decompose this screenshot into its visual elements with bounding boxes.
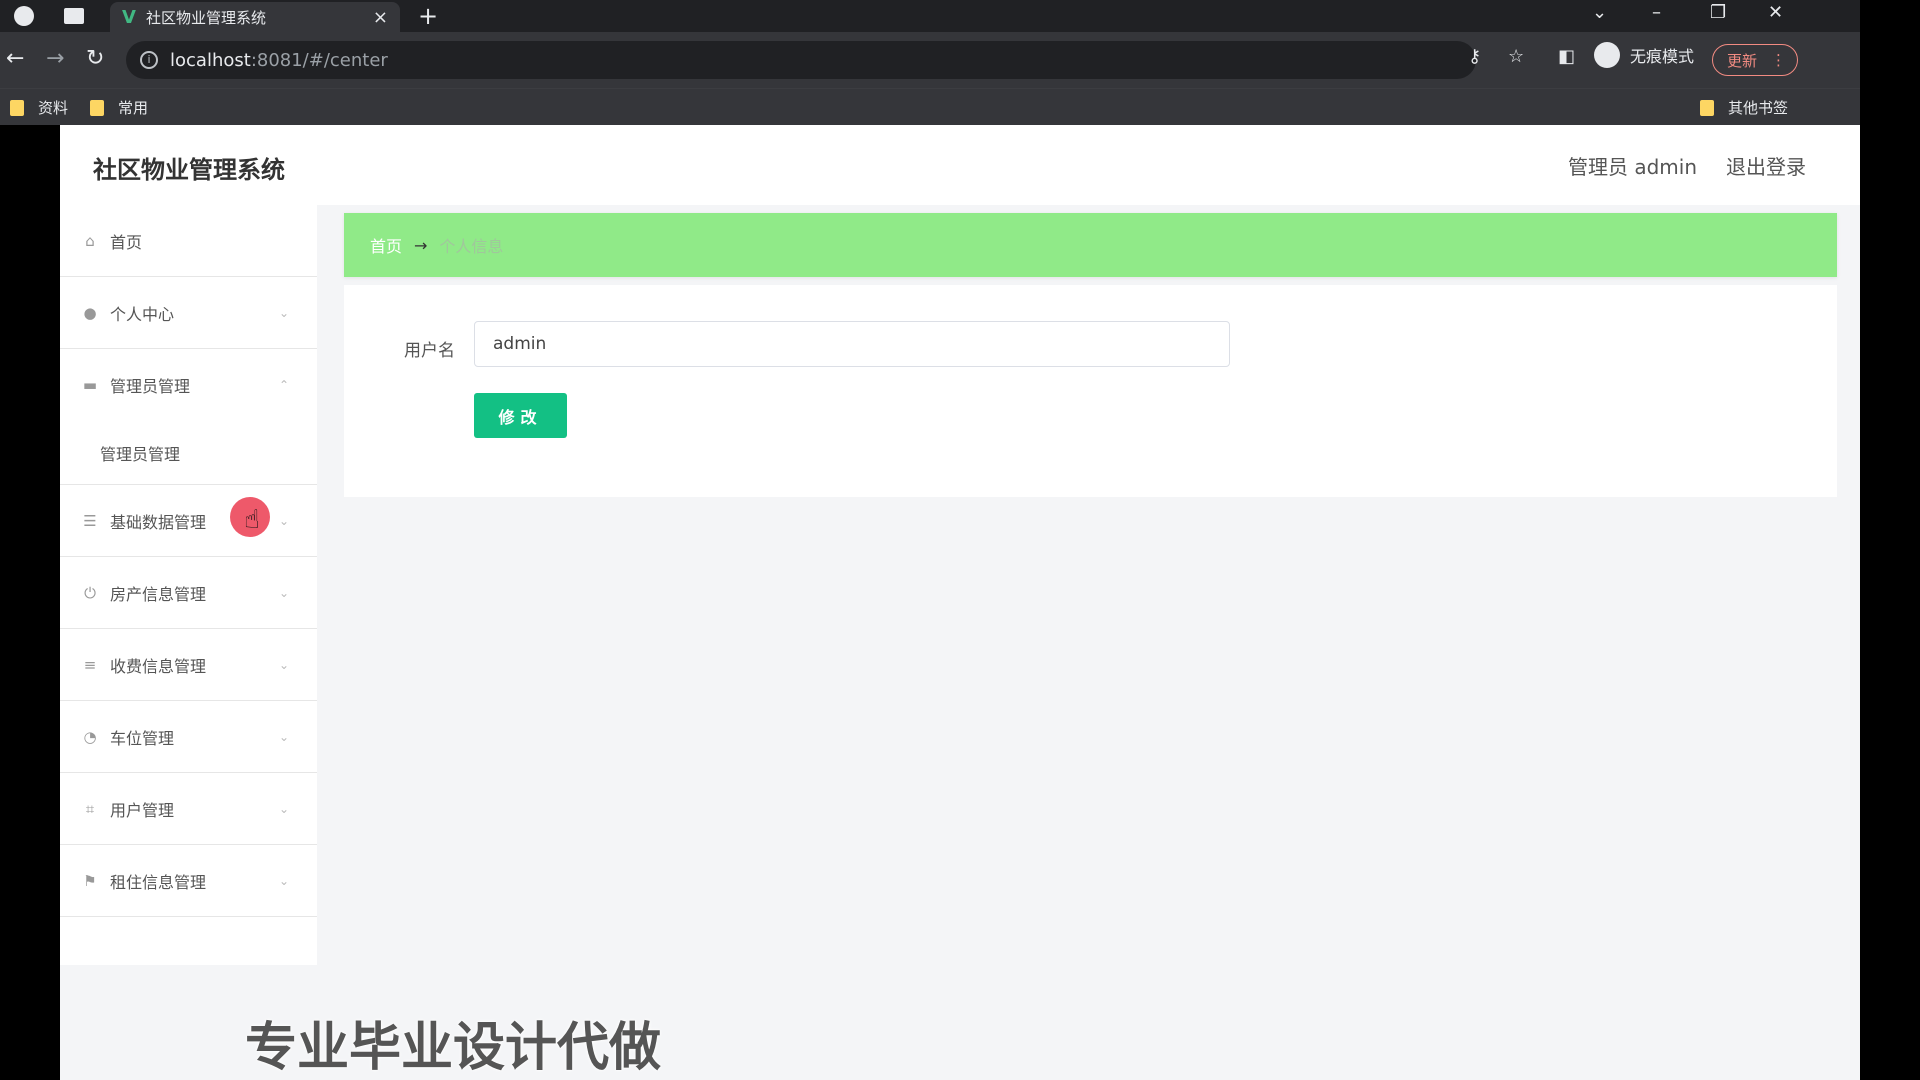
sidebar-item-basic-data[interactable]: ☰ 基础数据管理 ⌄ bbox=[60, 485, 317, 557]
sidebar-item-label: 房产信息管理 bbox=[110, 584, 207, 604]
main-content: 首页 → 个人信息 用户名 修改 bbox=[344, 213, 1837, 497]
new-tab-button[interactable]: + bbox=[418, 2, 438, 30]
breadcrumb-home[interactable]: 首页 bbox=[370, 233, 402, 257]
bookmark-label: 常用 bbox=[118, 99, 149, 117]
browser-toolbar: ← → ↻ i localhost:8081/#/center ⚷ ☆ ◧ 无痕… bbox=[0, 32, 1860, 88]
more-icon[interactable]: ⋮ bbox=[1771, 51, 1786, 69]
sidebar-subitem-label: 管理员管理 bbox=[100, 444, 181, 464]
watermark-text: 专业毕业设计代做 bbox=[245, 1018, 662, 1078]
sidepanel-icon[interactable]: ◧ bbox=[1558, 46, 1575, 67]
sliders-icon: ☰ bbox=[83, 511, 97, 530]
sidebar-item-fee-info[interactable]: ≡ 收费信息管理 ⌄ bbox=[60, 629, 317, 701]
address-bar[interactable]: i localhost:8081/#/center bbox=[126, 41, 1476, 79]
tab-close-icon[interactable]: × bbox=[373, 7, 388, 28]
sidebar-item-label: 首页 bbox=[110, 232, 143, 252]
breadcrumb-separator: → bbox=[414, 235, 428, 255]
sidebar-item-label: 收费信息管理 bbox=[110, 656, 207, 676]
gauge-icon: ◔ bbox=[83, 727, 97, 746]
sidebar-item-label: 用户管理 bbox=[110, 800, 175, 820]
crop-icon: ⌗ bbox=[85, 799, 95, 818]
sidebar-item-label: 车位管理 bbox=[110, 728, 175, 748]
update-button[interactable]: 更新 ⋮ bbox=[1712, 44, 1798, 76]
bookmark-label: 其他书签 bbox=[1728, 99, 1789, 117]
sidebar-item-label: 租住信息管理 bbox=[110, 872, 207, 892]
close-icon[interactable]: ✕ bbox=[1768, 2, 1783, 23]
flag-icon: ⚑ bbox=[83, 871, 97, 890]
web-viewport: 社区物业管理系统 管理员 admin 退出登录 ⌂ 首页 ● 个人中心 ⌄ ▬ … bbox=[60, 125, 1860, 1080]
restore-icon[interactable]: ❐ bbox=[1710, 2, 1726, 23]
monitor-icon: ▬ bbox=[82, 376, 98, 394]
logout-link[interactable]: 退出登录 bbox=[1726, 151, 1806, 180]
chevron-up-icon: ⌃ bbox=[278, 378, 289, 392]
sidebar-item-label: 个人中心 bbox=[110, 304, 175, 324]
key-icon[interactable]: ⚷ bbox=[1468, 46, 1481, 67]
chevron-down-icon: ⌄ bbox=[278, 657, 289, 672]
browser-tab-bar: V 社区物业管理系统 × + ⌄ – ❐ ✕ bbox=[0, 0, 1860, 32]
chevron-down-icon: ⌄ bbox=[278, 513, 289, 528]
username-label: 用户名 bbox=[404, 341, 455, 361]
bookmark-label: 资料 bbox=[38, 99, 69, 117]
sidebar-subitem-admin-management[interactable]: 管理员管理 bbox=[60, 421, 317, 485]
star-icon[interactable]: ☆ bbox=[1508, 46, 1524, 67]
tab-title: 社区物业管理系统 bbox=[145, 8, 266, 27]
home-icon: ⌂ bbox=[85, 231, 95, 250]
app-header: 社区物业管理系统 管理员 admin 退出登录 bbox=[60, 125, 1860, 205]
sidebar-item-label: 管理员管理 bbox=[110, 377, 191, 396]
sidebar-item-label: 基础数据管理 bbox=[110, 512, 207, 532]
info-icon[interactable]: i bbox=[140, 51, 158, 69]
incognito-icon bbox=[1594, 42, 1620, 68]
tab-list-icon[interactable]: ⌄ bbox=[1592, 2, 1607, 23]
breadcrumb: 首页 → 个人信息 bbox=[344, 213, 1837, 277]
sidebar-item-rental-info[interactable]: ⚑ 租住信息管理 ⌄ bbox=[60, 845, 317, 917]
sidebar-item-admin-management[interactable]: ▬ 管理员管理 ⌃ bbox=[60, 349, 317, 421]
chevron-down-icon: ⌄ bbox=[278, 873, 289, 888]
sidebar-item-users[interactable]: ⌗ 用户管理 ⌄ bbox=[60, 773, 317, 845]
chevron-down-icon: ⌄ bbox=[278, 305, 289, 320]
breadcrumb-current: 个人信息 bbox=[439, 237, 504, 256]
bookmark-folder-changyong[interactable]: 常用 bbox=[90, 97, 148, 118]
folder-icon bbox=[90, 99, 104, 116]
power-icon: ⏻ bbox=[84, 583, 96, 602]
reload-icon[interactable]: ↻ bbox=[86, 46, 104, 71]
list-icon: ≡ bbox=[83, 655, 97, 674]
url-host: localhost bbox=[170, 49, 251, 71]
user-icon: ● bbox=[83, 303, 97, 322]
chevron-down-icon: ⌄ bbox=[278, 801, 289, 816]
sidebar-item-home[interactable]: ⌂ 首页 bbox=[60, 205, 317, 277]
vue-logo-icon: V bbox=[122, 6, 136, 28]
sidebar-item-personal-center[interactable]: ● 个人中心 ⌄ bbox=[60, 277, 317, 349]
minimize-icon[interactable]: – bbox=[1652, 2, 1661, 23]
folder-icon bbox=[10, 99, 24, 116]
username-field[interactable] bbox=[474, 321, 1230, 367]
app-title: 社区物业管理系统 bbox=[93, 156, 285, 184]
chevron-down-icon: ⌄ bbox=[278, 585, 289, 600]
folder-icon bbox=[1700, 99, 1714, 116]
url-path: :8081/#/center bbox=[250, 49, 388, 71]
forward-icon[interactable]: → bbox=[46, 46, 64, 71]
bookmark-folder-other[interactable]: 其他书签 bbox=[1700, 97, 1788, 118]
back-icon[interactable]: ← bbox=[6, 46, 24, 71]
browser-tab[interactable]: V 社区物业管理系统 × bbox=[110, 2, 400, 32]
bookmark-folder-ziliao[interactable]: 资料 bbox=[10, 97, 68, 118]
sidebar-item-property-info[interactable]: ⏻ 房产信息管理 ⌄ bbox=[60, 557, 317, 629]
sidebar: ⌂ 首页 ● 个人中心 ⌄ ▬ 管理员管理 ⌃ 管理员管理 ☰ 基础数据管理 ⌄ bbox=[60, 205, 317, 965]
current-user: 管理员 admin bbox=[1568, 155, 1698, 179]
update-label: 更新 bbox=[1727, 51, 1758, 70]
profile-form-card bbox=[344, 285, 1837, 497]
chevron-down-icon: ⌄ bbox=[278, 729, 289, 744]
sidebar-item-parking[interactable]: ◔ 车位管理 ⌄ bbox=[60, 701, 317, 773]
profile-icon[interactable] bbox=[14, 6, 34, 26]
modify-button[interactable]: 修改 bbox=[474, 393, 567, 438]
app-root: 社区物业管理系统 管理员 admin 退出登录 ⌂ 首页 ● 个人中心 ⌄ ▬ … bbox=[60, 125, 1860, 1080]
tab-search-icon[interactable] bbox=[64, 8, 84, 24]
hand-cursor-icon: ☝ bbox=[244, 505, 260, 535]
incognito-label: 无痕模式 bbox=[1630, 47, 1695, 66]
bookmarks-bar: 资料 常用 其他书签 bbox=[0, 88, 1860, 125]
incognito-indicator[interactable]: 无痕模式 bbox=[1594, 42, 1694, 68]
